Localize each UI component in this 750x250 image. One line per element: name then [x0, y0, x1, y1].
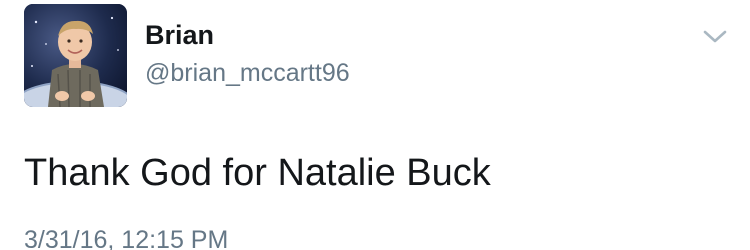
chevron-down-icon[interactable] — [702, 28, 728, 46]
tweet-timestamp[interactable]: 3/31/16, 12:15 PM — [24, 228, 228, 250]
author-display-name[interactable]: Brian — [145, 22, 214, 49]
avatar[interactable] — [24, 4, 127, 107]
avatar-photo — [24, 4, 127, 107]
author-handle[interactable]: @brian_mccartt96 — [145, 61, 350, 86]
tweet-card: Brian @brian_mccartt96 Thank God for Nat… — [0, 0, 750, 250]
tweet-text: Thank God for Natalie Buck — [24, 152, 491, 194]
